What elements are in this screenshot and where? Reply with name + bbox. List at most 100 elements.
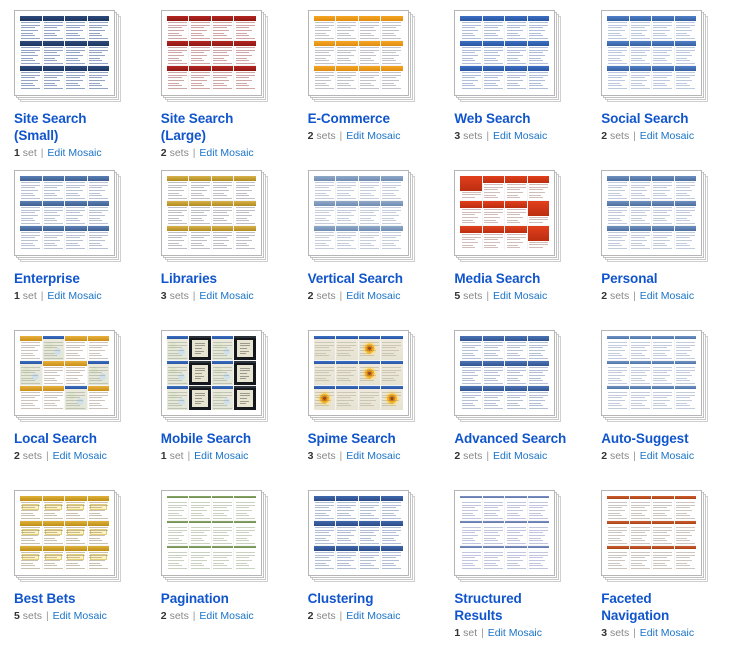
thumbnail-tile [381, 176, 403, 200]
thumbnail-frame[interactable] [454, 170, 556, 256]
mosaic-title-link[interactable]: Libraries [161, 270, 279, 287]
thumbnail-tile [460, 521, 482, 545]
thumbnail-pagination[interactable] [160, 490, 268, 582]
thumbnail-frame[interactable] [14, 490, 115, 576]
thumbnail-tile-grid [460, 496, 550, 570]
mosaic-card: Structured Results 1 set | Edit Mosaic [440, 480, 587, 640]
thumbnail-personal[interactable] [601, 170, 709, 262]
mosaic-title-link[interactable]: Faceted Navigation [601, 590, 719, 624]
edit-mosaic-link[interactable]: Edit Mosaic [53, 610, 107, 622]
edit-mosaic-link[interactable]: Edit Mosaic [640, 627, 694, 639]
mosaic-title-link[interactable]: E-Commerce [308, 110, 426, 127]
edit-mosaic-link[interactable]: Edit Mosaic [194, 450, 248, 462]
edit-mosaic-link[interactable]: Edit Mosaic [640, 130, 694, 142]
thumbnail-frame[interactable] [307, 490, 409, 576]
thumbnail-best-bets[interactable] [14, 490, 121, 582]
edit-mosaic-link[interactable]: Edit Mosaic [493, 450, 547, 462]
mosaic-title-link[interactable]: Social Search [601, 110, 719, 127]
edit-mosaic-link[interactable]: Edit Mosaic [493, 290, 547, 302]
thumbnail-frame[interactable] [454, 330, 556, 416]
thumbnail-social-search[interactable] [601, 10, 709, 102]
thumbnail-media-search[interactable] [454, 170, 562, 262]
thumbnail-frame[interactable] [160, 490, 262, 576]
mosaic-title-link[interactable]: Web Search [454, 110, 572, 127]
thumbnail-frame[interactable] [307, 170, 409, 256]
tile-content-lines [506, 527, 526, 544]
tile-content-lines [213, 47, 233, 64]
edit-mosaic-link[interactable]: Edit Mosaic [47, 147, 101, 159]
mosaic-title-link[interactable]: Auto-Suggest [601, 430, 719, 447]
thumbnail-faceted-navigation[interactable] [601, 490, 709, 582]
edit-mosaic-link[interactable]: Edit Mosaic [199, 610, 253, 622]
mosaic-title-link[interactable]: Enterprise [14, 270, 132, 287]
thumbnail-tile [381, 41, 403, 65]
mosaic-title-link[interactable]: Vertical Search [308, 270, 426, 287]
mosaic-title-link[interactable]: Structured Results [454, 590, 572, 624]
edit-mosaic-link[interactable]: Edit Mosaic [640, 450, 694, 462]
mosaic-title-link[interactable]: Spime Search [308, 430, 426, 447]
thumbnail-tile [87, 201, 109, 225]
edit-mosaic-link[interactable]: Edit Mosaic [346, 290, 400, 302]
thumbnail-local-search[interactable] [14, 330, 121, 422]
thumbnail-frame[interactable] [160, 10, 262, 96]
tile-header-bar [211, 41, 234, 47]
tile-content-lines [213, 552, 233, 569]
tile-content-lines [382, 22, 402, 39]
mosaic-title-link[interactable]: Site Search (Large) [161, 110, 279, 144]
thumbnail-frame[interactable] [454, 490, 556, 576]
thumbnail-site-search-small[interactable] [14, 10, 121, 102]
thumbnail-frame[interactable] [307, 330, 409, 416]
mosaic-title-link[interactable]: Best Bets [14, 590, 132, 607]
edit-mosaic-link[interactable]: Edit Mosaic [346, 610, 400, 622]
thumbnail-frame[interactable] [601, 170, 703, 256]
thumbnail-frame[interactable] [14, 10, 115, 96]
mosaic-title-link[interactable]: Advanced Search [454, 430, 572, 447]
thumbnail-frame[interactable] [14, 330, 115, 416]
thumbnail-frame[interactable] [307, 10, 409, 96]
mosaic-title-link[interactable]: Local Search [14, 430, 132, 447]
thumbnail-libraries[interactable] [160, 170, 268, 262]
mosaic-title-link[interactable]: Mobile Search [161, 430, 279, 447]
edit-mosaic-link[interactable]: Edit Mosaic [640, 290, 694, 302]
tile-content-lines [608, 502, 628, 519]
edit-mosaic-link[interactable]: Edit Mosaic [488, 627, 542, 639]
thumbnail-enterprise[interactable] [14, 170, 121, 262]
mosaic-title-link[interactable]: Site Search (Small) [14, 110, 132, 144]
thumbnail-site-search-large[interactable] [160, 10, 268, 102]
edit-mosaic-link[interactable]: Edit Mosaic [47, 290, 101, 302]
thumbnail-frame[interactable] [601, 330, 703, 416]
thumbnail-e-commerce[interactable] [307, 10, 415, 102]
edit-mosaic-link[interactable]: Edit Mosaic [53, 450, 107, 462]
thumbnail-web-search[interactable] [454, 10, 562, 102]
tile-header-bar [527, 66, 550, 72]
thumbnail-vertical-search[interactable] [307, 170, 415, 262]
thumbnail-spime-search[interactable] [307, 330, 415, 422]
tile-header-bar [42, 66, 64, 72]
thumbnail-frame[interactable] [14, 170, 115, 256]
mosaic-title-link[interactable]: Clustering [308, 590, 426, 607]
thumbnail-frame[interactable] [454, 10, 556, 96]
edit-mosaic-link[interactable]: Edit Mosaic [199, 147, 253, 159]
tile-content-lines [21, 72, 41, 89]
tile-content-lines [484, 184, 504, 200]
set-unit-label: sets [463, 130, 483, 142]
thumbnail-frame[interactable] [160, 330, 262, 416]
thumbnail-clustering[interactable] [307, 490, 415, 582]
thumbnail-frame[interactable] [601, 10, 703, 96]
thumbnail-tile [482, 386, 505, 410]
edit-mosaic-link[interactable]: Edit Mosaic [346, 450, 400, 462]
thumbnail-advanced-search[interactable] [454, 330, 562, 422]
thumbnail-frame[interactable] [601, 490, 703, 576]
thumbnail-auto-suggest[interactable] [601, 330, 709, 422]
thumbnail-tile [527, 361, 550, 385]
thumbnail-tile [460, 336, 482, 360]
mosaic-title-link[interactable]: Personal [601, 270, 719, 287]
thumbnail-structured-results[interactable] [454, 490, 562, 582]
edit-mosaic-link[interactable]: Edit Mosaic [199, 290, 253, 302]
mosaic-title-link[interactable]: Pagination [161, 590, 279, 607]
edit-mosaic-link[interactable]: Edit Mosaic [493, 130, 547, 142]
thumbnail-frame[interactable] [160, 170, 262, 256]
mosaic-title-link[interactable]: Media Search [454, 270, 572, 287]
edit-mosaic-link[interactable]: Edit Mosaic [346, 130, 400, 142]
thumbnail-mobile-search[interactable] [160, 330, 268, 422]
